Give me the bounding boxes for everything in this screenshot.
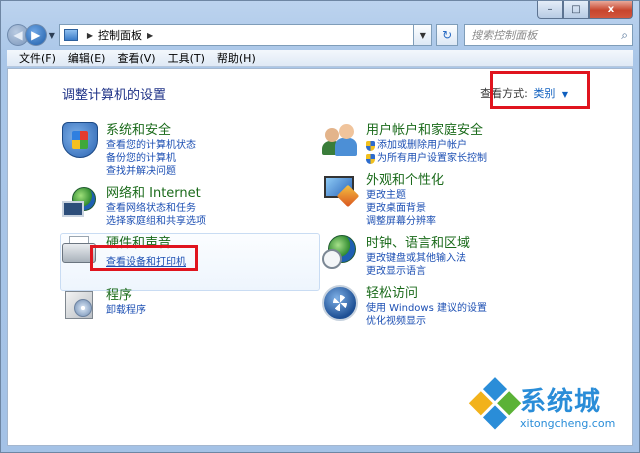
page-title: 调整计算机的设置 xyxy=(62,88,167,103)
menu-bar: 文件(F) 编辑(E) 查看(V) 工具(T) 帮助(H) xyxy=(7,50,633,67)
category-programs: 程序 卸载程序 xyxy=(62,287,146,323)
category-clock-region: 时钟、语言和区域 更改键盘或其他输入法 更改显示语言 xyxy=(322,235,470,278)
recent-pages-dropdown-icon[interactable]: ▼ xyxy=(49,31,55,40)
highlight-box-devices xyxy=(90,245,198,271)
menu-help[interactable]: 帮助(H) xyxy=(211,50,262,66)
link-find-fix-problems[interactable]: 查找并解决问题 xyxy=(106,165,196,178)
menu-edit[interactable]: 编辑(E) xyxy=(62,50,112,66)
appearance-icon[interactable] xyxy=(322,172,360,208)
menu-tools[interactable]: 工具(T) xyxy=(162,50,211,66)
link-add-remove-accounts[interactable]: 添加或删除用户帐户 xyxy=(366,139,487,152)
navigation-bar: ◀ ▶ ▼ ▶ 控制面板 ▶ ▼ ↻ 搜索控制面板 ⌕ xyxy=(7,21,633,49)
highlight-box-view-by xyxy=(490,71,590,109)
category-ease-of-access: 轻松访问 使用 Windows 建议的设置 优化视频显示 xyxy=(322,285,487,328)
clock-globe-icon[interactable] xyxy=(322,235,358,271)
refresh-icon[interactable]: ↻ xyxy=(436,24,459,46)
ease-of-access-icon[interactable] xyxy=(322,285,358,321)
category-title-clock[interactable]: 时钟、语言和区域 xyxy=(366,235,470,252)
category-system-security: 系统和安全 查看您的计算机状态 备份您的计算机 查找并解决问题 xyxy=(62,122,196,178)
minimize-button[interactable]: – xyxy=(537,1,563,19)
uac-shield-icon xyxy=(366,140,375,151)
link-optimize-visual-display[interactable]: 优化视频显示 xyxy=(366,315,487,328)
category-network: 网络和 Internet 查看网络状态和任务 选择家庭组和共享选项 xyxy=(62,185,206,228)
network-globe-icon[interactable] xyxy=(62,185,98,221)
link-windows-recommended-settings[interactable]: 使用 Windows 建议的设置 xyxy=(366,302,487,315)
address-bar[interactable]: ▶ 控制面板 ▶ xyxy=(58,24,415,46)
link-change-display-language[interactable]: 更改显示语言 xyxy=(366,265,470,278)
category-title-ease[interactable]: 轻松访问 xyxy=(366,285,487,302)
category-appearance: 外观和个性化 更改主题 更改桌面背景 调整屏幕分辨率 xyxy=(322,172,444,228)
watermark-logo: 系统城 xitongcheng.com xyxy=(468,377,626,439)
category-title-users[interactable]: 用户帐户和家庭安全 xyxy=(366,122,487,139)
category-title-system-security[interactable]: 系统和安全 xyxy=(106,122,196,139)
chevron-right-icon[interactable]: ▶ xyxy=(147,31,153,40)
maximize-button[interactable]: □ xyxy=(563,1,589,19)
link-change-theme[interactable]: 更改主题 xyxy=(366,189,444,202)
forward-arrow-icon[interactable]: ▶ xyxy=(24,24,47,46)
control-panel-window: – □ x ◀ ▶ ▼ ▶ 控制面板 ▶ ▼ ↻ 搜索控制面板 ⌕ 文件(F) … xyxy=(0,0,640,453)
link-backup-computer[interactable]: 备份您的计算机 xyxy=(106,152,196,165)
watermark-url: xitongcheng.com xyxy=(520,417,616,430)
diamond-logo-icon xyxy=(468,377,522,431)
watermark-text: 系统城 xyxy=(520,387,602,417)
link-parental-controls[interactable]: 为所有用户设置家长控制 xyxy=(366,152,487,165)
category-user-accounts: 用户帐户和家庭安全 添加或删除用户帐户 为所有用户设置家长控制 xyxy=(322,122,487,165)
menu-file[interactable]: 文件(F) xyxy=(13,50,62,66)
users-icon[interactable] xyxy=(322,122,358,158)
link-uninstall-program[interactable]: 卸载程序 xyxy=(106,304,146,317)
link-change-input-method[interactable]: 更改键盘或其他输入法 xyxy=(366,252,470,265)
programs-icon[interactable] xyxy=(62,287,98,323)
category-title-appearance[interactable]: 外观和个性化 xyxy=(366,172,444,189)
content-area: 调整计算机的设置 查看方式: 类别 ▼ 系统和安全 查看您的计算机状态 备份您的… xyxy=(7,68,633,446)
search-placeholder: 搜索控制面板 xyxy=(471,29,538,42)
link-adjust-resolution[interactable]: 调整屏幕分辨率 xyxy=(366,215,444,228)
link-homegroup-sharing[interactable]: 选择家庭组和共享选项 xyxy=(106,215,206,228)
close-button[interactable]: x xyxy=(589,1,633,19)
caption-buttons: – □ x xyxy=(537,1,633,19)
category-title-programs[interactable]: 程序 xyxy=(106,287,146,304)
link-change-desktop-background[interactable]: 更改桌面背景 xyxy=(366,202,444,215)
link-view-computer-status[interactable]: 查看您的计算机状态 xyxy=(106,139,196,152)
address-dropdown-icon[interactable]: ▼ xyxy=(414,24,433,46)
breadcrumb-control-panel[interactable]: 控制面板 xyxy=(98,27,142,43)
shield-icon[interactable] xyxy=(62,122,98,158)
link-view-network-status[interactable]: 查看网络状态和任务 xyxy=(106,202,206,215)
category-title-network[interactable]: 网络和 Internet xyxy=(106,185,206,202)
search-input[interactable]: 搜索控制面板 ⌕ xyxy=(464,24,633,46)
control-panel-icon xyxy=(63,29,78,41)
menu-view[interactable]: 查看(V) xyxy=(111,50,161,66)
chevron-right-icon[interactable]: ▶ xyxy=(87,31,93,40)
uac-shield-icon xyxy=(366,153,375,164)
search-icon[interactable]: ⌕ xyxy=(621,28,628,43)
